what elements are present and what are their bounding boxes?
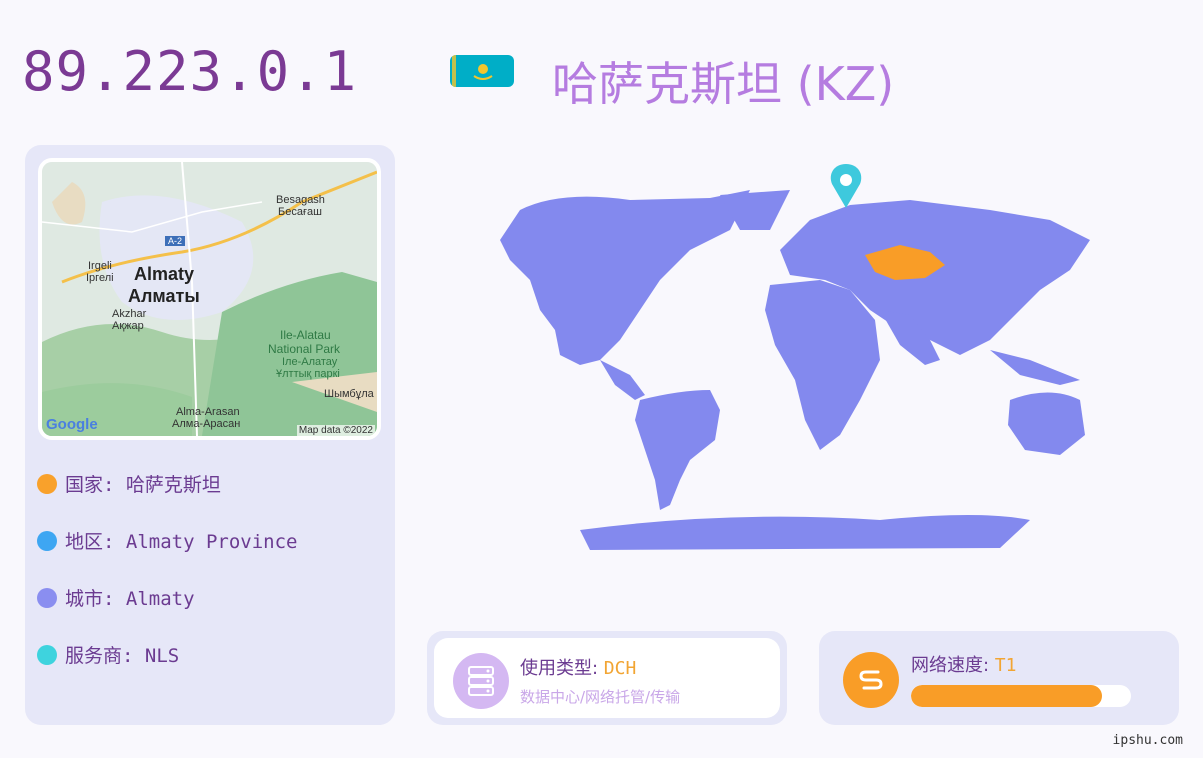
world-map	[430, 160, 1160, 560]
city-dot-icon	[37, 587, 57, 608]
road-badge: A-2	[165, 236, 186, 246]
map-thumbnail[interactable]: Besagash Бесағаш A-2 Irgeli Іргелі Almat…	[38, 158, 381, 440]
region-text: 地区: Almaty Province	[65, 531, 298, 553]
city-text: 城市: Almaty	[65, 588, 195, 610]
map-label: Іле-Алатау	[282, 356, 338, 368]
map-label: Алма-Арасан	[172, 418, 241, 430]
google-logo: Google	[46, 416, 98, 433]
network-speed-label: 网络速度: T1	[911, 651, 1016, 677]
country-text: 国家: 哈萨克斯坦	[65, 474, 221, 496]
central-america-shape	[600, 360, 645, 400]
info-country: 国家: 哈萨克斯坦	[37, 470, 221, 497]
kazakhstan-flag-icon	[450, 55, 514, 87]
map-city-label: Almaty	[134, 264, 195, 284]
map-label: Шымбұла	[324, 388, 374, 400]
map-city-label: Алматы	[128, 286, 200, 306]
speed-bar	[911, 685, 1131, 707]
info-isp: 服务商: NLS	[37, 641, 179, 668]
map-label: Бесағаш	[278, 206, 322, 218]
speed-icon	[843, 652, 899, 708]
map-label: National Park	[268, 342, 341, 356]
country-dot-icon	[37, 473, 57, 494]
map-label: Ile-Alatau	[280, 328, 331, 342]
map-label: Akzhar	[112, 308, 147, 320]
southeast-asia-shape	[990, 350, 1080, 385]
map-attribution[interactable]: Map data ©2022	[296, 425, 375, 436]
usage-type-card: 使用类型: DCH 数据中心/网络托管/传输	[427, 631, 787, 725]
map-label: Besagash	[276, 194, 325, 206]
usage-value: DCH	[603, 658, 637, 679]
antarctica-shape	[580, 515, 1030, 550]
australia-shape	[1008, 392, 1085, 455]
network-speed-card: 网络速度: T1	[819, 631, 1179, 725]
usage-type-label: 使用类型: DCH	[520, 654, 636, 680]
location-card: Besagash Бесағаш A-2 Irgeli Іргелі Almat…	[25, 145, 395, 725]
speed-bar-fill	[911, 685, 1103, 707]
usage-label-text: 使用类型:	[520, 658, 604, 679]
info-region: 地区: Almaty Province	[37, 527, 297, 554]
map-label: Ақжар	[112, 320, 144, 332]
ip-address: 89.223.0.1	[22, 40, 358, 103]
speed-label-text: 网络速度:	[911, 655, 995, 676]
location-pin-icon	[830, 164, 862, 208]
server-icon	[453, 653, 509, 709]
watermark: ipshu.com	[1112, 733, 1183, 748]
info-city: 城市: Almaty	[37, 584, 195, 611]
north-america-shape	[500, 190, 750, 365]
map-label: Іргелі	[86, 272, 114, 284]
isp-dot-icon	[37, 644, 57, 665]
usage-description: 数据中心/网络托管/传输	[520, 688, 681, 706]
south-america-shape	[635, 390, 720, 510]
map-label: Irgeli	[88, 260, 112, 272]
isp-text: 服务商: NLS	[65, 645, 180, 667]
country-title: 哈萨克斯坦 (KZ)	[552, 57, 895, 111]
map-label: Alma-Arasan	[176, 406, 240, 418]
region-dot-icon	[37, 530, 57, 551]
map-label: Ұлттық паркі	[276, 368, 340, 380]
africa-shape	[765, 280, 880, 450]
speed-value: T1	[994, 655, 1017, 676]
